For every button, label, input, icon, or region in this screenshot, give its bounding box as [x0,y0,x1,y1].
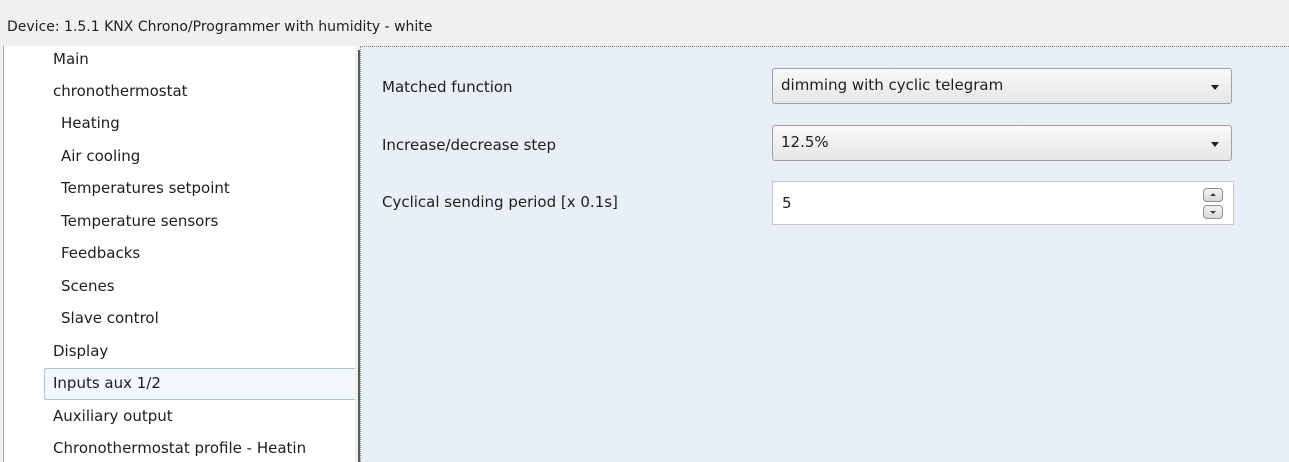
chevron-down-icon [1211,85,1219,90]
tree-item-feedbacks[interactable]: Feedbacks [4,237,355,269]
parameter-panel: Matched function dimming with cyclic tel… [360,46,1289,462]
arrow-up-icon [1210,193,1216,196]
arrow-down-icon [1210,211,1216,214]
tree-item-heating[interactable]: Heating [4,107,355,139]
step-value: 12.5% [781,133,829,151]
tree-item-label: chronothermostat [53,82,188,100]
spin-down-button[interactable] [1203,205,1223,219]
device-title-bar: Device: 1.5.1 KNX Chrono/Programmer with… [0,0,1289,46]
tree-item-label: Air cooling [61,147,141,165]
tree-item-inputs-aux[interactable]: Inputs aux 1/2 [4,367,355,400]
tree-item-chronothermostat[interactable]: chronothermostat [4,75,355,107]
tree-item-label: Feedbacks [61,244,141,262]
tree-item-label: Temperature sensors [61,212,219,230]
tree-item-label: Scenes [61,277,115,295]
tree-item-label: Slave control [61,309,159,327]
tree-item-label: Display [53,342,109,360]
tree-item-air-cooling[interactable]: Air cooling [4,140,355,172]
matched-function-value: dimming with cyclic telegram [781,76,1004,94]
matched-function-dropdown[interactable]: dimming with cyclic telegram [772,68,1232,104]
tree-item-label: Inputs aux 1/2 [53,374,161,392]
tree-item-slave-control[interactable]: Slave control [4,302,355,334]
spin-up-button[interactable] [1203,188,1223,202]
step-dropdown[interactable]: 12.5% [772,125,1232,161]
tree-item-temperature-sensors[interactable]: Temperature sensors [4,205,355,237]
step-label: Increase/decrease step [382,136,557,154]
tree-item-chronothermostat-profile[interactable]: Chronothermostat profile - Heatin [4,432,355,462]
tree-item-temperatures-setpoint[interactable]: Temperatures setpoint [4,172,355,204]
chevron-down-icon [1211,142,1219,147]
period-value[interactable]: 5 [782,194,792,212]
tree-item-scenes[interactable]: Scenes [4,270,355,302]
tree-item-label: Chronothermostat profile - Heatin [53,439,307,457]
tree-item-main[interactable]: Main [4,46,355,75]
device-title: Device: 1.5.1 KNX Chrono/Programmer with… [7,19,433,35]
period-label: Cyclical sending period [x 0.1s] [382,193,618,211]
parameter-tree[interactable]: Main chronothermostat Heating Air coolin… [3,46,355,462]
tree-item-label: Heating [61,114,120,132]
matched-function-label: Matched function [382,78,513,96]
tree-item-display[interactable]: Display [4,335,355,367]
period-spinbox[interactable]: 5 [772,181,1234,225]
tree-item-label: Temperatures setpoint [61,179,230,197]
tree-item-label: Main [53,50,89,68]
tree-item-label: Auxiliary output [53,407,173,425]
tree-item-auxiliary-output[interactable]: Auxiliary output [4,400,355,432]
